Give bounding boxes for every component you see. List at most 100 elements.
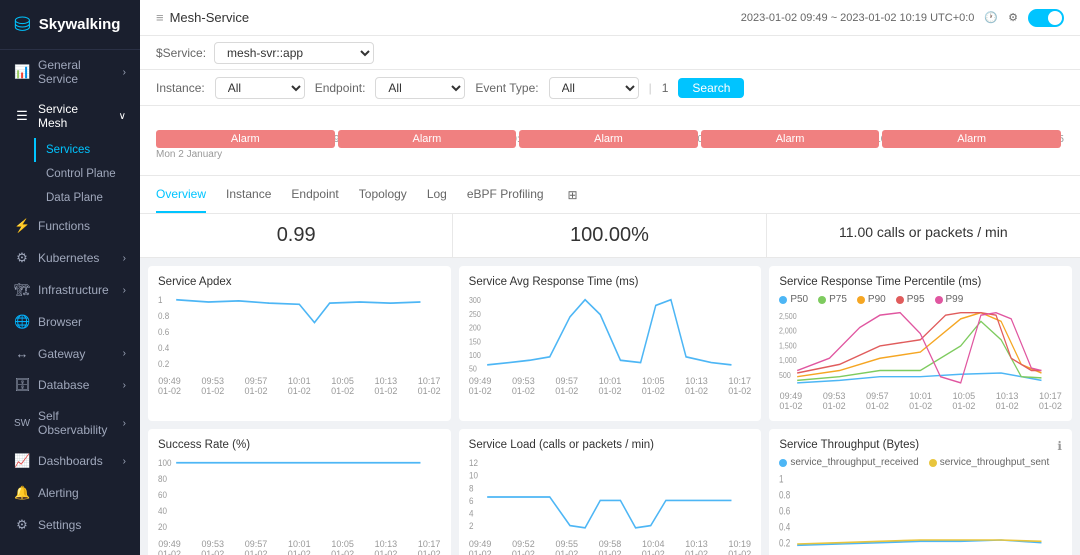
alarm-bar-1: Alarm (156, 130, 335, 148)
sidebar-label-data-plane: Data Plane (46, 192, 103, 204)
sidebar-item-settings[interactable]: ⚙ Settings (0, 509, 140, 541)
percentile-svg: 2,500 2,000 1,500 1,000 500 (779, 309, 1062, 389)
svg-text:0.6: 0.6 (779, 506, 790, 518)
tab-overview[interactable]: Overview (156, 177, 206, 213)
legend-sent: service_throughput_sent (929, 457, 1050, 468)
svg-text:6: 6 (469, 495, 474, 506)
sidebar-item-self-observability[interactable]: SW Self Observability › (0, 401, 140, 445)
legend-p95: P95 (896, 294, 925, 305)
sidebar-item-general-service[interactable]: 📊 General Service › (0, 50, 140, 94)
settings-icon: ⚙ (14, 517, 30, 533)
chart-service-load: Service Load (calls or packets / min) 12… (459, 429, 762, 555)
timeline-date: Mon 2 January (156, 147, 1064, 162)
chevron-right-icon-k8s: › (123, 253, 126, 264)
apdex-svg: 1 0.8 0.6 0.4 0.2 (158, 294, 441, 374)
search-button[interactable]: Search (678, 78, 744, 98)
sidebar-item-service-mesh[interactable]: ☰ Service Mesh ∨ (0, 94, 140, 138)
success-rate-value: 100.00% (453, 224, 765, 247)
load-svg: 12 10 8 6 4 2 (469, 457, 752, 537)
separator: | (649, 81, 652, 95)
tab-settings-icon[interactable]: ⊞ (568, 188, 578, 202)
event-type-label: Event Type: (475, 81, 538, 95)
event-type-select[interactable]: All (549, 77, 639, 99)
general-service-icon: 📊 (14, 64, 30, 80)
settings-icon-top[interactable]: ⚙ (1008, 11, 1018, 24)
svg-text:0.4: 0.4 (158, 343, 169, 354)
chart-avg-response-title: Service Avg Response Time (ms) (469, 276, 752, 288)
sidebar-item-browser[interactable]: 🌐 Browser (0, 306, 140, 338)
sidebar-item-data-plane[interactable]: Data Plane (36, 186, 140, 210)
logo-icon: ⛁ (14, 12, 31, 37)
instance-label: Instance: (156, 81, 205, 95)
svg-text:150: 150 (469, 337, 481, 347)
sidebar: ⛁ Skywalking 📊 General Service › ☰ Servi… (0, 0, 140, 555)
svg-text:80: 80 (158, 474, 167, 485)
alerting-icon: 🔔 (14, 485, 30, 501)
tab-log[interactable]: Log (427, 177, 447, 213)
legend-received: service_throughput_received (779, 457, 918, 468)
logo-text: Skywalking (39, 16, 121, 33)
endpoint-select[interactable]: All (375, 77, 465, 99)
svg-text:4: 4 (469, 508, 474, 519)
avg-response-x-labels: 09:4901-02 09:5301-02 09:5701-02 10:0101… (469, 376, 752, 396)
tabs-bar: Overview Instance Endpoint Topology Log … (140, 176, 1080, 214)
chart-percentile-title: Service Response Time Percentile (ms) (779, 276, 1062, 288)
apdex-x-labels: 09:4901-02 09:5301-02 09:5701-02 10:0101… (158, 376, 441, 396)
chart-success-title: Success Rate (%) (158, 439, 441, 451)
browser-icon: 🌐 (14, 314, 30, 330)
sidebar-item-alerting[interactable]: 🔔 Alerting (0, 477, 140, 509)
chart-load-title: Service Load (calls or packets / min) (469, 439, 752, 451)
summary-apdex: 0.99 (140, 214, 453, 257)
dashboards-icon: 📈 (14, 453, 30, 469)
svg-text:0.2: 0.2 (158, 359, 169, 370)
percentile-legend: P50 P75 P90 P95 P99 (779, 294, 1062, 305)
chart-throughput: Service Throughput (Bytes) ℹ service_thr… (769, 429, 1072, 555)
svg-text:300: 300 (469, 296, 481, 306)
info-icon[interactable]: ℹ (1057, 439, 1062, 453)
sidebar-item-database[interactable]: 🗄 Database › (0, 369, 140, 401)
sidebar-item-gateway[interactable]: ↔ Gateway › (0, 338, 140, 369)
sidebar-item-control-plane[interactable]: Control Plane (36, 162, 140, 186)
p50-dot (779, 296, 787, 304)
kubernetes-icon: ⚙ (14, 250, 30, 266)
legend-p50: P50 (779, 294, 808, 305)
sidebar-label-functions: Functions (38, 219, 90, 233)
svg-text:50: 50 (469, 364, 477, 374)
service-select[interactable]: mesh-svr::app (214, 42, 374, 64)
sidebar-item-dashboards[interactable]: 📈 Dashboards › (0, 445, 140, 477)
summary-calls: 11.00 calls or packets / min (767, 214, 1080, 257)
svg-text:8: 8 (469, 483, 474, 494)
success-svg: 100 80 60 40 20 (158, 457, 441, 537)
sidebar-item-infrastructure[interactable]: 🏗 Infrastructure › (0, 274, 140, 306)
chevron-right-icon-infra: › (123, 285, 126, 296)
sidebar-label-kubernetes: Kubernetes (38, 251, 99, 265)
sidebar-item-functions[interactable]: ⚡ Functions (0, 210, 140, 242)
alarm-bar-2: Alarm (338, 130, 517, 148)
chart-service-apdex: Service Apdex 1 0.8 0.6 0.4 0.2 09:4901-… (148, 266, 451, 421)
sidebar-label-browser: Browser (38, 315, 82, 329)
throughput-legend: service_throughput_received service_thro… (779, 457, 1062, 468)
instance-select[interactable]: All (215, 77, 305, 99)
charts-grid: Service Apdex 1 0.8 0.6 0.4 0.2 09:4901-… (140, 258, 1080, 555)
load-x-labels: 09:4901-02 09:5201-02 09:5501-02 09:5801… (469, 539, 752, 555)
chevron-right-icon-so: › (123, 418, 126, 429)
functions-icon: ⚡ (14, 218, 30, 234)
tab-endpoint[interactable]: Endpoint (291, 177, 338, 213)
svg-text:40: 40 (158, 506, 167, 517)
sidebar-submenu-service-mesh: Services Control Plane Data Plane (0, 138, 140, 210)
p75-dot (818, 296, 826, 304)
p90-dot (857, 296, 865, 304)
endpoint-label: Endpoint: (315, 81, 366, 95)
tab-ebpf[interactable]: eBPF Profiling (467, 177, 544, 213)
svg-text:1: 1 (158, 295, 163, 306)
sidebar-label-self-obs: Self Observability (38, 409, 115, 437)
p99-dot (935, 296, 943, 304)
sidebar-label-database: Database (38, 378, 89, 392)
auto-refresh-toggle[interactable] (1028, 9, 1064, 27)
sidebar-label-general-service: General Service (38, 58, 115, 86)
sidebar-item-kubernetes[interactable]: ⚙ Kubernetes › (0, 242, 140, 274)
chart-apdex-area: 1 0.8 0.6 0.4 0.2 (158, 294, 441, 374)
tab-topology[interactable]: Topology (359, 177, 407, 213)
tab-instance[interactable]: Instance (226, 177, 271, 213)
sidebar-item-services[interactable]: Services (34, 138, 140, 162)
